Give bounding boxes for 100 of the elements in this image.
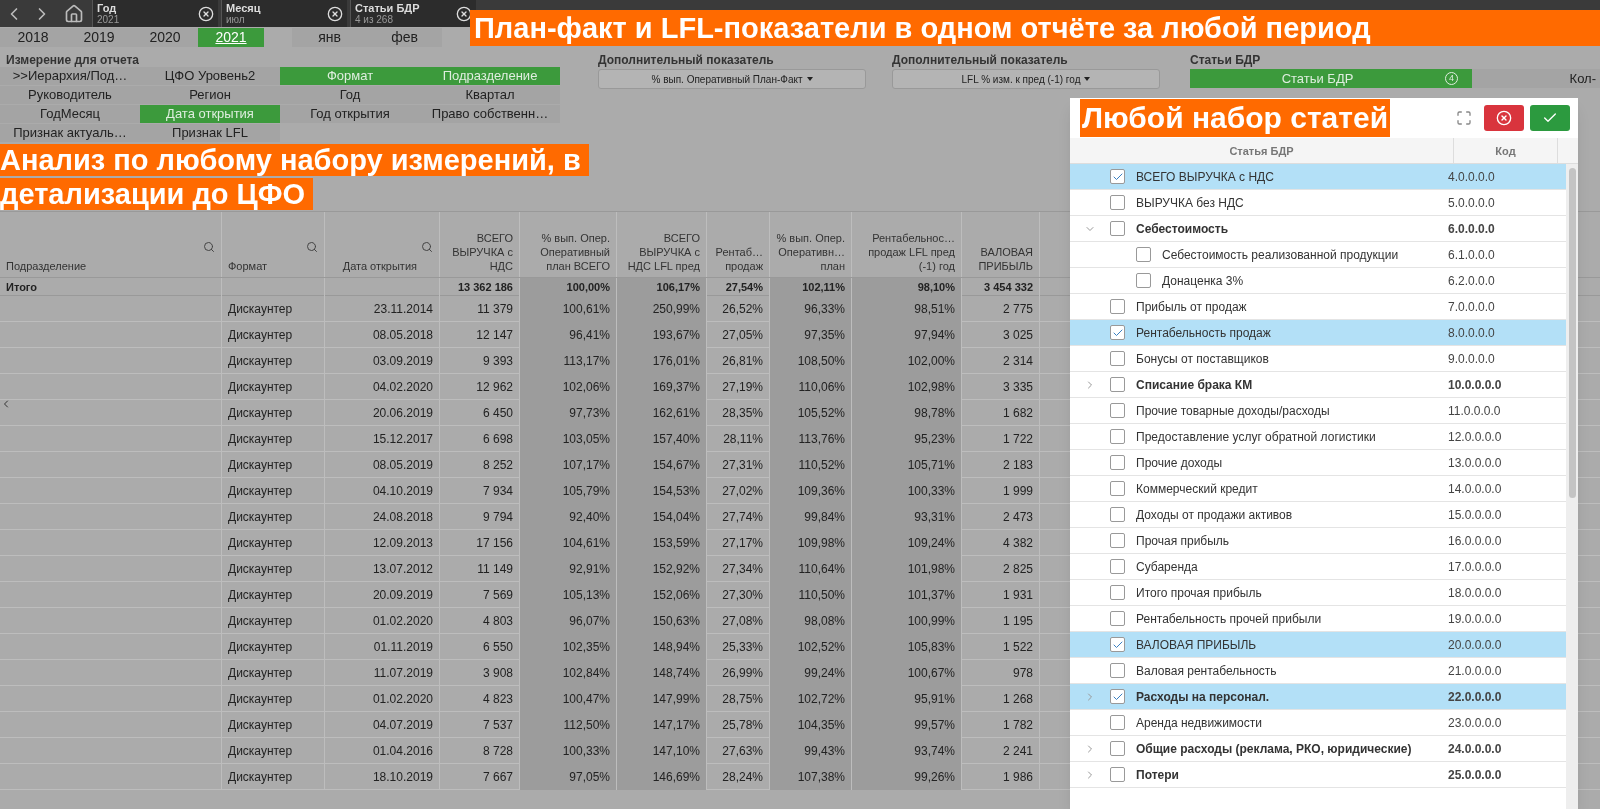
scrollbar[interactable] xyxy=(1566,164,1578,809)
article-row[interactable]: Себестоимость реализованной продукции 6.1.0.0.0 xyxy=(1070,242,1566,268)
article-row[interactable]: Субаренда 17.0.0.0.0 xyxy=(1070,554,1566,580)
year-tab[interactable]: 2019 xyxy=(66,27,132,47)
home-icon[interactable] xyxy=(64,3,84,24)
checkbox[interactable] xyxy=(1110,403,1125,418)
year-tab[interactable]: 2020 xyxy=(132,27,198,47)
dimension-button[interactable]: >>Иерархия/Под… xyxy=(0,67,140,85)
dimension-button[interactable]: Квартал xyxy=(420,86,560,104)
article-row[interactable]: Прочая прибыль 16.0.0.0.0 xyxy=(1070,528,1566,554)
article-code: 21.0.0.0.0 xyxy=(1448,662,1503,680)
cancel-button[interactable] xyxy=(1484,105,1524,131)
column-header[interactable]: Формат xyxy=(222,212,325,277)
dimension-button[interactable]: Руководитель xyxy=(0,86,140,104)
checkbox[interactable] xyxy=(1110,585,1125,600)
article-row[interactable]: Аренда недвижимости 23.0.0.0.0 xyxy=(1070,710,1566,736)
checkbox[interactable] xyxy=(1110,559,1125,574)
measure-button[interactable]: Кол- xyxy=(1472,69,1600,88)
checkbox[interactable] xyxy=(1136,247,1151,262)
clear-icon[interactable] xyxy=(198,5,214,22)
article-row[interactable]: Предоставление услуг обратной логистики 12.0.0.0.0 xyxy=(1070,424,1566,450)
section-title: Дополнительный показатель xyxy=(598,52,775,69)
checkbox[interactable] xyxy=(1110,715,1125,730)
checkbox[interactable] xyxy=(1110,533,1125,548)
search-icon[interactable] xyxy=(203,241,215,253)
dimension-button[interactable]: Право собственн… xyxy=(420,105,560,123)
confirm-button[interactable] xyxy=(1530,105,1570,131)
checkbox[interactable] xyxy=(1110,663,1125,678)
checkbox[interactable] xyxy=(1110,507,1125,522)
column-header[interactable]: % вып. Опер. Оперативный план ВСЕГО xyxy=(520,212,617,277)
filter-chip[interactable]: Статьи БДР 4 из 268 xyxy=(350,0,476,27)
article-row[interactable]: Прочие товарные доходы/расходы 11.0.0.0.0 xyxy=(1070,398,1566,424)
article-row[interactable]: Потери 25.0.0.0.0 xyxy=(1070,762,1566,788)
checkbox[interactable] xyxy=(1110,351,1125,366)
checkbox[interactable] xyxy=(1110,429,1125,444)
table-cell: 95,23% xyxy=(852,426,962,452)
month-tab[interactable]: фев xyxy=(367,27,442,47)
section-title: Измерение для отчета xyxy=(5,52,140,67)
table-cell: 110,50% xyxy=(770,582,852,608)
month-tab[interactable]: янв xyxy=(292,27,367,47)
article-row[interactable]: ВСЕГО ВЫРУЧКА с НДС 4.0.0.0.0 xyxy=(1070,164,1566,190)
checkbox[interactable] xyxy=(1110,741,1125,756)
article-row[interactable]: Доходы от продажи активов 15.0.0.0.0 xyxy=(1070,502,1566,528)
column-header[interactable]: Код xyxy=(1454,138,1558,163)
article-row[interactable]: Бонусы от поставщиков 9.0.0.0.0 xyxy=(1070,346,1566,372)
article-code: 12.0.0.0.0 xyxy=(1448,428,1503,446)
checkbox[interactable] xyxy=(1110,455,1125,470)
dimension-button[interactable]: Признак LFL xyxy=(140,124,280,142)
metric-dropdown[interactable]: % вып. Оперативный План-Факт xyxy=(598,69,866,89)
checkbox[interactable] xyxy=(1110,637,1125,652)
selection-icon[interactable] xyxy=(1456,110,1472,126)
column-header[interactable]: Дата открытия xyxy=(325,212,440,277)
search-icon[interactable] xyxy=(421,241,433,253)
filter-chip[interactable]: Год 2021 xyxy=(92,0,218,27)
year-tab[interactable]: 2018 xyxy=(0,27,66,47)
column-header[interactable]: Рентабельнос… продаж LFL пред (-1) год xyxy=(852,212,962,277)
dimension-button[interactable]: Год открытия xyxy=(280,105,420,123)
article-row[interactable]: Общие расходы (реклама, РКО, юридические) 24.0.0.0.0 xyxy=(1070,736,1566,762)
article-row[interactable]: Рентабельность прочей прибыли 19.0.0.0.0 xyxy=(1070,606,1566,632)
dimension-button[interactable]: Признак актуаль… xyxy=(0,124,140,142)
checkbox[interactable] xyxy=(1110,169,1125,184)
article-row[interactable]: Донаценка 3% 6.2.0.0.0 xyxy=(1070,268,1566,294)
article-row[interactable]: Себестоимость 6.0.0.0.0 xyxy=(1070,216,1566,242)
column-header[interactable]: Рентаб… продаж xyxy=(707,212,770,277)
checkbox[interactable] xyxy=(1110,221,1125,236)
search-icon[interactable] xyxy=(306,241,318,253)
dimension-button[interactable]: Регион xyxy=(140,86,280,104)
column-header[interactable]: ВСЕГО ВЫРУЧКА с НДС LFL пред xyxy=(617,212,707,277)
article-row[interactable]: Коммерческий кредит 14.0.0.0.0 xyxy=(1070,476,1566,502)
article-code: 11.0.0.0.0 xyxy=(1448,402,1502,420)
column-header[interactable]: Подразделение xyxy=(0,212,222,277)
article-row[interactable]: ВАЛОВАЯ ПРИБЫЛЬ 20.0.0.0.0 xyxy=(1070,632,1566,658)
filter-chip[interactable]: Месяц июл xyxy=(221,0,347,27)
column-header[interactable]: ВАЛОВАЯ ПРИБЫЛЬ xyxy=(962,212,1040,277)
checkbox[interactable] xyxy=(1110,377,1125,392)
dimension-button[interactable]: ЦФО Уровень2 xyxy=(140,67,280,85)
article-row[interactable]: Списание брака КМ 10.0.0.0.0 xyxy=(1070,372,1566,398)
clear-icon[interactable] xyxy=(327,5,343,22)
article-row[interactable]: Прочие доходы 13.0.0.0.0 xyxy=(1070,450,1566,476)
year-tab[interactable]: 2021 xyxy=(198,27,264,47)
column-header[interactable]: Статья БДР xyxy=(1070,138,1454,163)
checkbox[interactable] xyxy=(1110,481,1125,496)
article-row[interactable]: ВЫРУЧКА без НДС 5.0.0.0.0 xyxy=(1070,190,1566,216)
checkbox[interactable] xyxy=(1110,195,1125,210)
dimension-button[interactable]: ГодМесяц xyxy=(0,105,140,123)
checkbox[interactable] xyxy=(1110,689,1125,704)
checkbox[interactable] xyxy=(1136,273,1151,288)
article-row[interactable]: Итого прочая прибыль 18.0.0.0.0 xyxy=(1070,580,1566,606)
checkbox[interactable] xyxy=(1110,299,1125,314)
article-row[interactable]: Валовая рентабельность 21.0.0.0.0 xyxy=(1070,658,1566,684)
checkbox[interactable] xyxy=(1110,325,1125,340)
checkbox[interactable] xyxy=(1110,611,1125,626)
article-row[interactable]: Прибыль от продаж 7.0.0.0.0 xyxy=(1070,294,1566,320)
article-row[interactable]: Рентабельность продаж 8.0.0.0.0 xyxy=(1070,320,1566,346)
column-header[interactable]: ВСЕГО ВЫРУЧКА с НДС xyxy=(440,212,520,277)
checkbox[interactable] xyxy=(1110,767,1125,782)
dimension-button[interactable]: Год xyxy=(280,86,420,104)
column-header[interactable]: % вып. Опер. Оперативн… план xyxy=(770,212,852,277)
metric-dropdown[interactable]: LFL % изм. к пред (-1) год xyxy=(892,69,1160,89)
article-row[interactable]: Расходы на персонал. 22.0.0.0.0 xyxy=(1070,684,1566,710)
